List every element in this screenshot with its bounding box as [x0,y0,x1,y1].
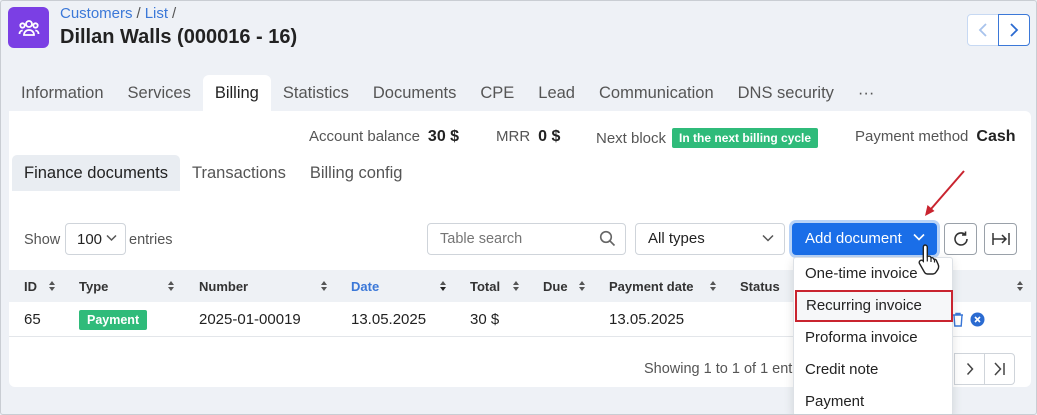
breadcrumb-separator: / [172,5,177,22]
export-button[interactable] [984,223,1017,255]
column-type[interactable]: Type [79,279,108,294]
table-search-input[interactable] [427,223,626,255]
payment-method: Payment method Cash [855,128,1016,146]
table-controls: Show 100 entries All types Add document [9,222,1031,256]
sort-icon [579,281,585,291]
tab-statistics[interactable]: Statistics [271,75,361,111]
sort-icon [49,281,55,291]
menu-item-recurring-invoice[interactable]: Recurring invoice [795,290,953,322]
customers-icon [8,7,49,48]
next-page-button[interactable] [954,353,985,385]
record-navigation [967,14,1030,46]
breadcrumb-separator: / [136,5,141,22]
last-page-icon [993,362,1005,376]
mrr-value: 0 $ [538,128,561,145]
column-status[interactable]: Status [740,279,780,294]
sort-icon [1017,281,1023,291]
entries-label: entries [129,232,173,248]
tab-dns-security[interactable]: DNS security [726,75,846,111]
column-id[interactable]: ID [24,279,37,294]
breadcrumb-customers[interactable]: Customers [60,5,133,22]
chevron-down-icon [913,233,925,241]
pagination [954,353,1015,385]
chevron-down-icon [106,234,117,242]
export-icon [991,233,1010,245]
show-label: Show [24,232,61,248]
cancel-icon[interactable] [970,312,985,327]
column-payment-date[interactable]: Payment date [609,279,694,294]
chevron-down-icon [762,234,774,242]
tab-services[interactable]: Services [116,75,203,111]
add-document-menu: One-time invoice Recurring invoice Profo… [793,257,953,414]
tab-billing[interactable]: Billing [202,75,271,111]
column-number[interactable]: Number [199,279,248,294]
add-document-label: Add document [805,230,902,247]
delete-icon[interactable] [952,312,964,327]
tab-finance-documents[interactable]: Finance documents [12,155,180,191]
sort-icon [321,281,327,291]
cell-id: 65 [24,311,41,328]
row-actions [952,312,985,327]
menu-item-payment[interactable]: Payment [794,386,952,414]
page-header: Customers / List / Dillan Walls (000016 - 1… [1,1,1036,65]
menu-item-proforma-invoice[interactable]: Proforma invoice [794,322,952,354]
type-badge: Payment [79,310,148,330]
app-window: Customers / List / Dillan Walls (000016 - 1… [0,0,1037,415]
sort-desc-icon [440,281,446,291]
previous-record-button[interactable] [967,14,999,46]
tab-documents[interactable]: Documents [361,75,468,111]
chevron-left-icon [978,23,987,37]
breadcrumb: Customers / List / [60,5,180,22]
tab-transactions[interactable]: Transactions [180,155,298,191]
column-date[interactable]: Date [351,279,379,294]
tab-information[interactable]: Information [9,75,116,111]
sort-icon [168,281,174,291]
payment-method-label: Payment method [855,128,969,145]
entries-select[interactable]: 100 [65,223,126,255]
last-page-button[interactable] [984,353,1015,385]
next-block: Next block In the next billing cycle [596,128,819,148]
hand-pointer-icon [918,244,940,275]
tab-more[interactable]: ··· [846,75,886,111]
account-balance-label: Account balance [309,128,420,145]
tab-lead[interactable]: Lead [526,75,587,111]
refresh-button[interactable] [944,223,977,255]
sort-icon [710,281,716,291]
chevron-right-icon [966,362,974,376]
refresh-icon [953,231,968,246]
mrr: MRR 0 $ [496,128,560,146]
cell-date: 13.05.2025 [351,311,427,328]
payment-method-value: Cash [976,128,1016,145]
menu-item-credit-note[interactable]: Credit note [794,354,952,386]
cell-payment-date: 13.05.2025 [609,311,685,328]
entries-value: 100 [77,230,103,248]
page-title: Dillan Walls (000016 - 16) [60,26,298,48]
account-balance: Account balance 30 $ [309,128,459,146]
account-balance-value: 30 $ [427,128,460,145]
annotation-arrow-icon [925,170,965,216]
type-filter-select[interactable]: All types [635,223,785,255]
mrr-label: MRR [496,128,531,145]
next-block-label: Next block [596,130,667,147]
billing-subtabs: Finance documents Transactions Billing c… [12,155,414,191]
breadcrumb-list[interactable]: List [145,5,168,22]
column-total[interactable]: Total [470,279,500,294]
main-tabs: Information Services Billing Statistics … [9,75,886,111]
chevron-right-icon [1010,23,1019,37]
cell-total: 30 $ [470,311,500,328]
type-filter-value: All types [648,230,705,247]
column-due[interactable]: Due [543,279,568,294]
cell-number[interactable]: 2025-01-00019 [199,311,301,328]
tab-billing-config[interactable]: Billing config [298,155,415,191]
next-record-button[interactable] [998,14,1030,46]
next-block-badge: In the next billing cycle [672,128,819,148]
table-info: Showing 1 to 1 of 1 ent [644,361,793,377]
search-icon [599,230,616,247]
tab-communication[interactable]: Communication [587,75,726,111]
sort-icon [513,281,519,291]
tab-cpe[interactable]: CPE [468,75,526,111]
